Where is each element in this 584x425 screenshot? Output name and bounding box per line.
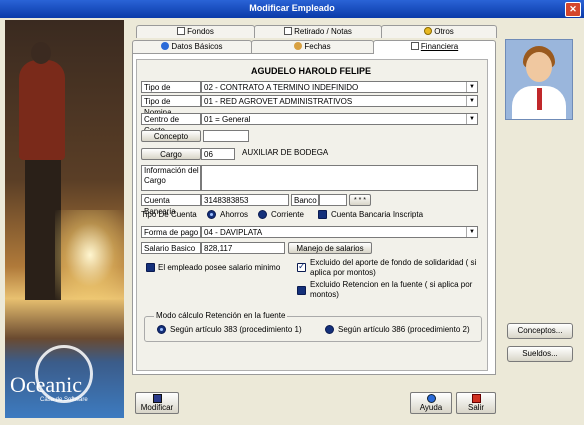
forma-pago-label: Forma de pago	[141, 226, 201, 238]
tab-datos-label: Datos Básicos	[171, 42, 223, 51]
cargo-code-input[interactable]: 06	[201, 148, 235, 160]
tab-financiera-label: Financiera	[420, 42, 459, 51]
tab-fechas[interactable]: Fechas	[251, 40, 374, 53]
cuenta-inscripta-label: Cuenta Bancaria Inscripta	[331, 210, 424, 219]
excluido-retencion-checkbox[interactable]	[297, 286, 306, 295]
cargo-button[interactable]: Cargo	[141, 148, 201, 160]
title-bar: Modificar Empleado ✕	[0, 0, 584, 18]
logo-text: Oceanic	[10, 372, 83, 397]
company-banner-image	[5, 20, 124, 418]
avatar-tie	[537, 88, 542, 110]
forma-pago-select[interactable]: 04 - DAVIPLATA ▼	[201, 226, 478, 238]
corriente-label: Corriente	[271, 210, 304, 219]
centro-costo-label: Centro de Costo	[141, 113, 201, 135]
employee-name: AGUDELO HAROLD FELIPE	[250, 66, 371, 76]
tab-otros[interactable]: Otros	[381, 25, 497, 38]
tab-fondos[interactable]: Fondos	[136, 25, 255, 38]
tipo-nomina-select[interactable]: 01 - RED AGROVET ADMINISTRATIVOS ▼	[201, 95, 478, 107]
avatar-face	[526, 52, 552, 82]
tab-fondos-label: Fondos	[187, 27, 214, 36]
worker-head	[31, 42, 51, 64]
ayuda-button[interactable]: Ayuda	[410, 392, 452, 414]
exit-icon	[471, 394, 481, 403]
ahorros-label: Ahorros	[220, 210, 249, 219]
info-icon	[161, 42, 170, 50]
employee-window: Modificar Empleado ✕ Oceanic Casa de Sof…	[0, 0, 584, 425]
salario-minimo-checkbox[interactable]	[146, 263, 155, 272]
corriente-radio[interactable]	[258, 210, 267, 219]
banco-label: Banco	[291, 194, 319, 206]
excluido-aporte-label: Excluido del aporte de fondo de solidari…	[310, 258, 477, 277]
tab-otros-label: Otros	[434, 27, 454, 36]
tipo-contrato-value: 02 - CONTRATO A TERMINO INDEFINIDO	[204, 83, 359, 92]
list-icon	[177, 27, 186, 35]
cuenta-bancaria-input[interactable]: 3148383853	[201, 194, 289, 206]
tab-fechas-label: Fechas	[304, 42, 331, 51]
list-icon	[410, 42, 419, 50]
salario-label: Salario Basico	[141, 242, 201, 254]
chevron-down-icon[interactable]: ▼	[466, 114, 477, 124]
salir-button[interactable]: Salir	[456, 392, 496, 414]
salario-minimo-label: El empleado posee salario minimo	[158, 263, 281, 272]
cargo-description: AUXILIAR DE BODEGA	[242, 148, 329, 157]
gear-icon	[294, 42, 303, 50]
list-icon	[284, 27, 293, 35]
spark-glow	[55, 210, 124, 300]
retencion-group-title: Modo cálculo Retención en la fuente	[154, 311, 288, 321]
centro-costo-value: 01 = General	[204, 115, 251, 124]
concepto-button[interactable]: Concepto	[141, 130, 201, 142]
logo-tagline: Casa de Software	[40, 397, 88, 403]
info-cargo-label: Información del Cargo	[141, 165, 201, 191]
help-icon	[426, 394, 436, 403]
ayuda-label: Ayuda	[419, 403, 443, 412]
cuenta-inscripta-checkbox[interactable]	[318, 210, 327, 219]
save-icon	[152, 394, 162, 403]
tab-retirado-notas[interactable]: Retirado / Notas	[254, 25, 382, 38]
excluido-aporte-checkbox[interactable]	[297, 261, 306, 272]
window-title: Modificar Empleado	[249, 3, 335, 13]
tab-datos-basicos[interactable]: Datos Básicos	[132, 40, 252, 53]
banco-input[interactable]	[319, 194, 347, 206]
chevron-down-icon[interactable]: ▼	[466, 227, 477, 237]
salir-label: Salir	[467, 403, 484, 412]
concepto-input[interactable]	[203, 130, 249, 142]
conceptos-button[interactable]: Conceptos...	[507, 323, 573, 339]
tipo-contrato-label: Tipo de Contrato	[141, 81, 201, 103]
modificar-label: Modificar	[140, 403, 174, 412]
tab-financiera[interactable]: Financiera	[373, 40, 496, 54]
smiley-icon	[424, 27, 433, 35]
modificar-button[interactable]: Modificar	[135, 392, 179, 414]
employee-avatar	[505, 39, 573, 120]
cuenta-bancaria-label: Cuenta Bancaria	[141, 194, 201, 216]
tipo-cuenta-label: Tipo De Cuenta	[141, 210, 197, 219]
articulo-383-label: Según artículo 383 (procedimiento 1)	[170, 325, 302, 334]
forma-pago-value: 04 - DAVIPLATA	[204, 228, 263, 237]
tab-retirado-label: Retirado / Notas	[294, 27, 352, 36]
articulo-386-radio[interactable]	[325, 325, 334, 334]
sueldos-button[interactable]: Sueldos...	[507, 346, 573, 362]
worker-figure	[19, 60, 65, 160]
ahorros-radio[interactable]	[207, 210, 216, 219]
manejo-salarios-button[interactable]: Manejo de salarios	[288, 242, 372, 254]
chevron-down-icon[interactable]: ▼	[466, 96, 477, 106]
salario-input[interactable]: 828,117	[201, 242, 285, 254]
articulo-383-radio[interactable]	[157, 325, 166, 334]
tipo-nomina-value: 01 - RED AGROVET ADMINISTRATIVOS	[204, 97, 353, 106]
tipo-nomina-label: Tipo de Nomina	[141, 95, 201, 117]
articulo-386-label: Según artículo 386 (procedimiento 2)	[338, 325, 470, 334]
close-button[interactable]: ✕	[565, 2, 581, 17]
excluido-retencion-label: Excluido Retencion en la fuente ( si apl…	[310, 280, 473, 299]
banco-lookup-button[interactable]: * * *	[349, 194, 371, 206]
tipo-contrato-select[interactable]: 02 - CONTRATO A TERMINO INDEFINIDO ▼	[201, 81, 478, 93]
centro-costo-select[interactable]: 01 = General ▼	[201, 113, 478, 125]
chevron-down-icon[interactable]: ▼	[466, 82, 477, 92]
info-cargo-textarea[interactable]	[201, 165, 478, 191]
